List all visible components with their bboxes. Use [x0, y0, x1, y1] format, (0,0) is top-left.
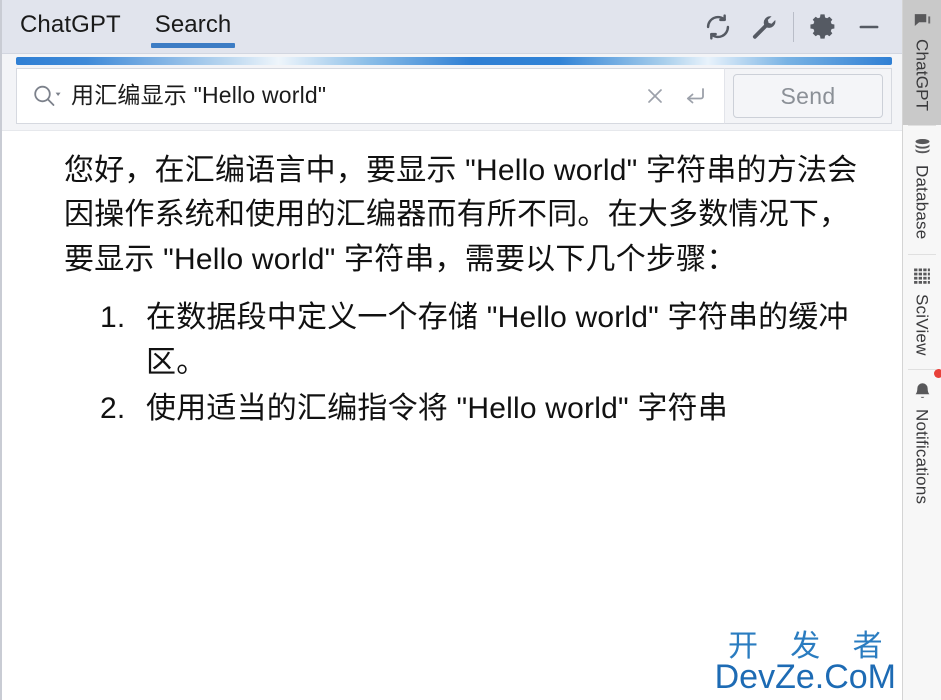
loading-progress: [2, 54, 902, 68]
wrench-icon: [750, 13, 778, 41]
submit-enter-icon[interactable]: [678, 79, 712, 113]
refresh-button[interactable]: [695, 5, 741, 49]
toolbar: ChatGPT Search: [2, 0, 902, 54]
tools-button[interactable]: [741, 5, 787, 49]
search-bar: 用汇编显示 "Hello world" Send: [2, 68, 902, 130]
send-button[interactable]: Send: [733, 74, 883, 118]
right-tool-sidebar: ChatGPT Database SciView Notifications: [902, 0, 941, 700]
tab-bar: ChatGPT Search: [16, 0, 236, 53]
app-window: ChatGPT Search 用汇编显示 "Hello world" Send …: [0, 0, 941, 700]
sidebar-item-notifications[interactable]: Notifications: [903, 369, 941, 518]
gear-icon: [809, 12, 838, 41]
conversation-area: 您好，在汇编语言中，要显示 "Hello world" 字符串的方法会因操作系统…: [2, 130, 902, 700]
watermark-en: DevZe.CoM: [714, 658, 896, 696]
settings-button[interactable]: [800, 5, 846, 49]
toolbar-actions: [695, 0, 892, 53]
sidebar-item-chatgpt[interactable]: ChatGPT: [903, 0, 941, 126]
sidebar-item-database[interactable]: Database: [903, 126, 941, 253]
main-panel: ChatGPT Search 用汇编显示 "Hello world" Send …: [0, 0, 902, 700]
send-button-cell: Send: [724, 68, 892, 124]
send-button-label: Send: [780, 82, 836, 109]
list-item: 使用适当的汇编指令将 "Hello world" 字符串: [100, 387, 862, 432]
tab-search-label: Search: [154, 11, 232, 38]
toolbar-separator: [793, 11, 794, 42]
tab-chatgpt-label: ChatGPT: [20, 11, 121, 38]
refresh-icon: [704, 13, 732, 41]
grid-icon: [911, 265, 933, 287]
sidebar-item-database-label: Database: [912, 165, 932, 240]
list-item: 在数据段中定义一个存储 "Hello world" 字符串的缓冲区。: [100, 296, 862, 385]
search-icon: [31, 83, 61, 109]
tab-chatgpt[interactable]: ChatGPT: [16, 13, 125, 53]
progress-bar-fill: [16, 57, 892, 65]
minimize-icon: [855, 13, 883, 41]
list-item-text: 使用适当的汇编指令将 "Hello world" 字符串: [146, 391, 728, 425]
watermark-cn: 开 发 者: [727, 629, 895, 663]
clear-search-button[interactable]: [638, 79, 672, 113]
watermark: 开 发 者 DevZe.CoM: [714, 629, 896, 696]
sidebar-item-chatgpt-label: ChatGPT: [912, 39, 932, 112]
sidebar-item-sciview[interactable]: SciView: [903, 255, 941, 370]
minimize-button[interactable]: [846, 5, 892, 49]
search-field-actions: [638, 79, 716, 113]
database-icon: [911, 136, 933, 158]
list-item-text: 在数据段中定义一个存储 "Hello world" 字符串的缓冲区。: [146, 301, 849, 379]
search-input[interactable]: 用汇编显示 "Hello world": [71, 83, 628, 108]
assistant-message-steps: 在数据段中定义一个存储 "Hello world" 字符串的缓冲区。 使用适当的…: [64, 296, 862, 432]
sidebar-item-notifications-label: Notifications: [912, 409, 932, 505]
sidebar-item-sciview-label: SciView: [912, 293, 932, 356]
tab-search[interactable]: Search: [150, 11, 236, 53]
notification-badge-dot: [934, 369, 941, 379]
assistant-message-paragraph: 您好，在汇编语言中，要显示 "Hello world" 字符串的方法会因操作系统…: [64, 154, 858, 276]
chat-bubble-icon: [911, 10, 933, 32]
bell-icon: [911, 380, 933, 402]
search-input-container[interactable]: 用汇编显示 "Hello world": [16, 68, 724, 124]
